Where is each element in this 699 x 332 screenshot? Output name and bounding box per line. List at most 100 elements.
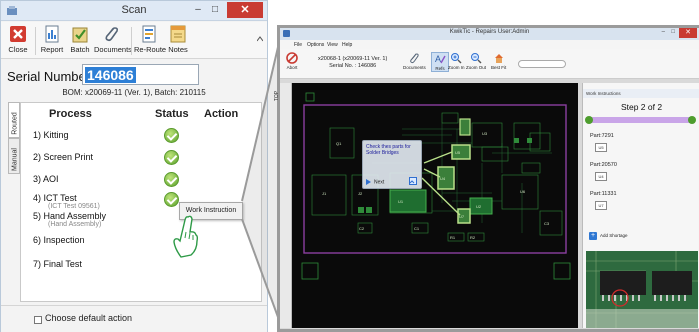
status-check-icon	[164, 150, 179, 165]
serial-number-value: 146086	[85, 67, 136, 83]
refs-icon: A	[435, 54, 446, 64]
pcb-label: C2	[359, 226, 365, 231]
chevron-up-icon[interactable]	[257, 36, 263, 42]
tab-routed[interactable]: Routed	[8, 102, 20, 138]
toolbar-divider	[35, 27, 36, 55]
close-button[interactable]: Close	[4, 25, 32, 58]
svg-text:A: A	[435, 54, 441, 64]
kwiktic-window-title: KwikTic - Repairs User:Admin	[449, 29, 530, 35]
process-row-final-test[interactable]: 7) Final Test	[33, 259, 82, 269]
kwiktic-title-bar: KwikTic - Repairs User:Admin – □ ✕	[280, 28, 699, 40]
pcb-label: R1	[450, 235, 456, 240]
serial-number-label: Serial Number:	[7, 69, 94, 84]
zoom-out-icon	[471, 53, 482, 64]
process-sub-hand-assembly: (Hand Assembly)	[48, 221, 102, 228]
previous-step-button[interactable]	[585, 116, 593, 124]
work-instructions-header: Work Instructions	[583, 89, 699, 98]
instruction-popup: Check thes parts for Solder Bridges Next	[362, 140, 422, 189]
status-check-icon	[164, 192, 179, 207]
part-label[interactable]: Part:11331	[590, 191, 617, 197]
add-shortage-button[interactable]: + Add Shortage	[589, 232, 628, 240]
next-step-button[interactable]	[688, 116, 696, 124]
process-row-aoi[interactable]: 3) AOI	[33, 174, 59, 184]
documents-button[interactable]: Documents	[403, 52, 426, 70]
part-label[interactable]: Part:20570	[590, 162, 617, 168]
reroute-icon	[142, 25, 156, 43]
zoom-out-button[interactable]: Zoom Out	[466, 52, 486, 70]
part-ref-chip[interactable]: U5	[595, 143, 607, 152]
vertical-tabs: Routed Manual	[8, 102, 20, 302]
pcb-label: U6	[520, 189, 526, 194]
best-fit-button[interactable]: Best Fit	[491, 52, 506, 70]
reroute-button[interactable]: Re-Route	[134, 25, 166, 58]
process-row-kitting[interactable]: 1) Kitting	[33, 130, 69, 140]
notes-icon	[170, 25, 186, 43]
pcb-label: U7	[459, 214, 465, 219]
board-photo	[586, 251, 698, 328]
abort-button[interactable]: Abort	[286, 52, 298, 70]
process-row-ict-test[interactable]: 4) ICT Test	[33, 193, 77, 203]
window-close-button[interactable]: ✕	[227, 2, 263, 18]
close-icon	[10, 26, 26, 42]
paperclip-icon	[410, 53, 419, 64]
zoom-in-icon	[451, 53, 462, 64]
tab-manual[interactable]: Manual	[8, 138, 20, 174]
process-sub-ict-test: (ICT Test 09561)	[48, 203, 100, 210]
menu-help[interactable]: Help	[342, 42, 352, 48]
process-row-screen-print[interactable]: 2) Screen Print	[33, 152, 93, 162]
menu-options[interactable]: Options	[307, 42, 324, 48]
scan-status-bar: Choose default action	[1, 305, 267, 332]
pcb-viewer[interactable]: U5 U4 U7 U1 U2 U3 U6 J1 J2 R1 R2 C1 C2 C…	[292, 83, 578, 328]
process-row-inspection[interactable]: 6) Inspection	[33, 235, 85, 245]
part-ref-chip[interactable]: U7	[595, 201, 607, 210]
status-check-icon	[164, 128, 179, 143]
step-progress-bar	[585, 116, 696, 124]
documents-button[interactable]: Documents	[94, 25, 132, 58]
play-icon	[366, 179, 371, 185]
report-button[interactable]: Report	[38, 25, 66, 58]
menu-file[interactable]: File	[294, 42, 302, 48]
pcb-label: U2	[476, 204, 482, 209]
process-row-hand-assembly[interactable]: 5) Hand Assembly	[33, 211, 106, 221]
plus-icon: +	[589, 232, 597, 240]
scan-title-bar: Scan – □ ✕	[1, 1, 267, 21]
work-instructions-pane: Work Instructions Step 2 of 2 Part:7291 …	[582, 83, 699, 328]
menu-view[interactable]: View	[327, 42, 338, 48]
window-close-button[interactable]: ✕	[679, 28, 697, 38]
pcb-label: C3	[544, 221, 550, 226]
pcb-label: U5	[455, 150, 461, 155]
abort-icon	[286, 52, 298, 64]
status-check-icon	[164, 172, 179, 187]
serial-number-input[interactable]: 146086	[82, 64, 199, 85]
pcb-label: U4	[440, 176, 446, 181]
next-button[interactable]: Next	[366, 179, 384, 185]
notes-button[interactable]: Notes	[165, 25, 191, 58]
maximize-button[interactable]: □	[208, 4, 222, 16]
best-fit-icon	[494, 54, 503, 63]
kwiktic-serial-info: x20068-1 (x20069-11 Ver. 1) Serial No. :…	[318, 56, 388, 69]
paperclip-icon	[105, 27, 119, 42]
minimize-button[interactable]: –	[662, 29, 665, 35]
refs-button[interactable]: A Refs	[431, 52, 449, 72]
kwiktic-window: KwikTic - Repairs User:Admin – □ ✕ File …	[274, 25, 699, 332]
batch-button[interactable]: Batch	[67, 25, 93, 58]
maximize-button[interactable]: □	[671, 29, 675, 35]
pcb-label: Q1	[336, 141, 342, 146]
zoom-slider[interactable]	[518, 60, 566, 68]
part-label[interactable]: Part:7291	[590, 133, 614, 139]
minimize-button[interactable]: –	[191, 4, 205, 16]
report-icon	[45, 25, 59, 43]
tab-top[interactable]: TOP	[274, 91, 280, 101]
bom-info: BOM: x20069-11 (Ver. 1), Batch: 210115	[62, 88, 206, 97]
default-action-label: Choose default action	[45, 313, 133, 323]
kwiktic-toolbar: Abort x20068-1 (x20069-11 Ver. 1) Serial…	[280, 49, 699, 79]
step-indicator: Step 2 of 2	[620, 102, 663, 112]
part-ref-chip[interactable]: U4	[595, 172, 607, 181]
pcb-label: U3	[482, 131, 488, 136]
popup-message: Check thes parts for Solder Bridges	[366, 144, 411, 156]
action-column-header: Action	[204, 108, 239, 120]
default-action-checkbox[interactable]	[34, 316, 42, 324]
popup-image-icon[interactable]	[409, 177, 417, 185]
zoom-in-button[interactable]: Zoom In	[448, 52, 465, 70]
process-column-header: Process	[49, 108, 92, 120]
